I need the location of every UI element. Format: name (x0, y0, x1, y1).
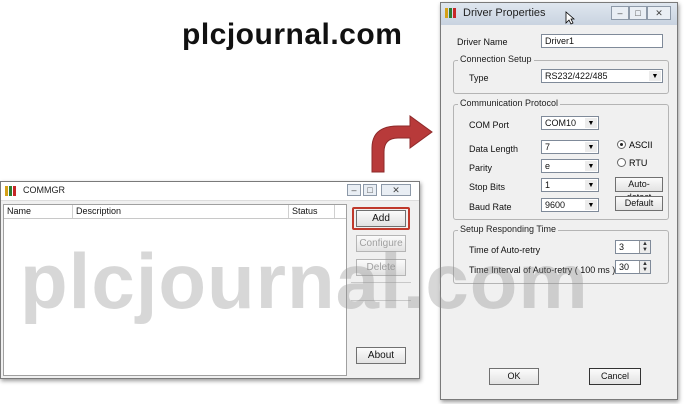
auto-retry-stepper[interactable]: 3 ▲ ▼ (615, 240, 651, 254)
stop-bits-value: 1 (545, 180, 551, 190)
chevron-down-icon: ▼ (649, 71, 661, 81)
list-header: Name Description Status (4, 205, 346, 219)
interval-stepper[interactable]: 30 ▲ ▼ (615, 260, 651, 274)
type-value: RS232/422/485 (545, 71, 608, 81)
rtu-label: RTU (629, 158, 648, 168)
parity-label: Parity (469, 163, 493, 173)
chevron-down-icon: ▼ (585, 200, 597, 210)
driver-properties-dialog: Driver Properties – □ ✕ Driver Name Driv… (440, 2, 678, 400)
rtu-radio[interactable]: RTU (617, 158, 647, 168)
interval-label: Time Interval of Auto-retry ( 100 ms ) (469, 265, 616, 275)
driver-list[interactable]: Name Description Status (3, 204, 347, 376)
connection-setup-title: Connection Setup (458, 54, 534, 64)
baud-rate-value: 9600 (545, 200, 566, 210)
close-icon[interactable]: ✕ (381, 184, 411, 196)
communication-protocol-title: Communication Protocol (458, 98, 561, 108)
configure-button[interactable]: Configure (356, 235, 406, 252)
chevron-down-icon: ▼ (585, 161, 597, 171)
delete-button[interactable]: Delete (356, 259, 406, 276)
stop-bits-select[interactable]: 1 ▼ (541, 178, 599, 192)
responding-time-group: Setup Responding Time (453, 224, 669, 284)
divider (351, 282, 411, 283)
chevron-down-icon: ▼ (585, 118, 597, 128)
column-status[interactable]: Status (292, 206, 318, 216)
maximize-icon[interactable]: □ (363, 184, 377, 196)
commgr-titlebar: COMMGR – □ ✕ (1, 182, 419, 201)
ascii-radio[interactable]: ASCII (617, 140, 653, 150)
curved-arrow-icon (371, 115, 433, 173)
driver-name-input[interactable]: Driver1 (541, 34, 663, 48)
commgr-window: COMMGR – □ ✕ Name Description Status Add… (0, 181, 420, 379)
about-button[interactable]: About (356, 347, 406, 364)
baud-rate-label: Baud Rate (469, 202, 512, 212)
radio-selected-icon (617, 140, 626, 149)
radio-unselected-icon (617, 158, 626, 167)
app-icon (5, 186, 19, 196)
column-description[interactable]: Description (76, 206, 121, 216)
cancel-button[interactable]: Cancel (589, 368, 641, 385)
site-title: plcjournal.com (182, 18, 403, 51)
ascii-label: ASCII (629, 140, 653, 150)
type-select[interactable]: RS232/422/485 ▼ (541, 69, 663, 83)
minimize-icon[interactable]: – (347, 184, 361, 196)
minimize-icon[interactable]: – (611, 6, 629, 20)
interval-value: 30 (619, 262, 630, 272)
spin-arrows-icon[interactable]: ▲ ▼ (639, 261, 650, 273)
baud-rate-select[interactable]: 9600 ▼ (541, 198, 599, 212)
app-icon (445, 8, 459, 18)
commgr-title: COMMGR (23, 185, 65, 195)
type-label: Type (469, 73, 489, 83)
auto-detect-button[interactable]: Auto-detect (615, 177, 663, 202)
parity-value: e (545, 161, 551, 171)
auto-retry-value: 3 (619, 242, 625, 252)
com-port-label: COM Port (469, 120, 510, 130)
parity-select[interactable]: e ▼ (541, 159, 599, 173)
spin-arrows-icon[interactable]: ▲ ▼ (639, 241, 650, 253)
ok-button[interactable]: OK (489, 368, 539, 385)
auto-retry-label: Time of Auto-retry (469, 245, 541, 255)
data-length-value: 7 (545, 142, 551, 152)
chevron-down-icon: ▼ (585, 142, 597, 152)
default-button[interactable]: Default (615, 196, 663, 211)
close-icon[interactable]: ✕ (647, 6, 671, 20)
dialog-titlebar: Driver Properties – □ ✕ (441, 3, 677, 25)
data-length-select[interactable]: 7 ▼ (541, 140, 599, 154)
com-port-select[interactable]: COM10 ▼ (541, 116, 599, 130)
chevron-down-icon: ▼ (585, 180, 597, 190)
data-length-label: Data Length (469, 144, 519, 154)
maximize-icon[interactable]: □ (629, 6, 647, 20)
add-button[interactable]: Add (356, 210, 406, 227)
cursor-icon (565, 11, 575, 25)
driver-name-label: Driver Name (457, 37, 508, 47)
dialog-title: Driver Properties (463, 7, 546, 19)
com-port-value: COM10 (545, 118, 577, 128)
responding-time-title: Setup Responding Time (458, 224, 559, 234)
column-name[interactable]: Name (7, 206, 31, 216)
divider (351, 300, 411, 301)
stop-bits-label: Stop Bits (469, 182, 506, 192)
